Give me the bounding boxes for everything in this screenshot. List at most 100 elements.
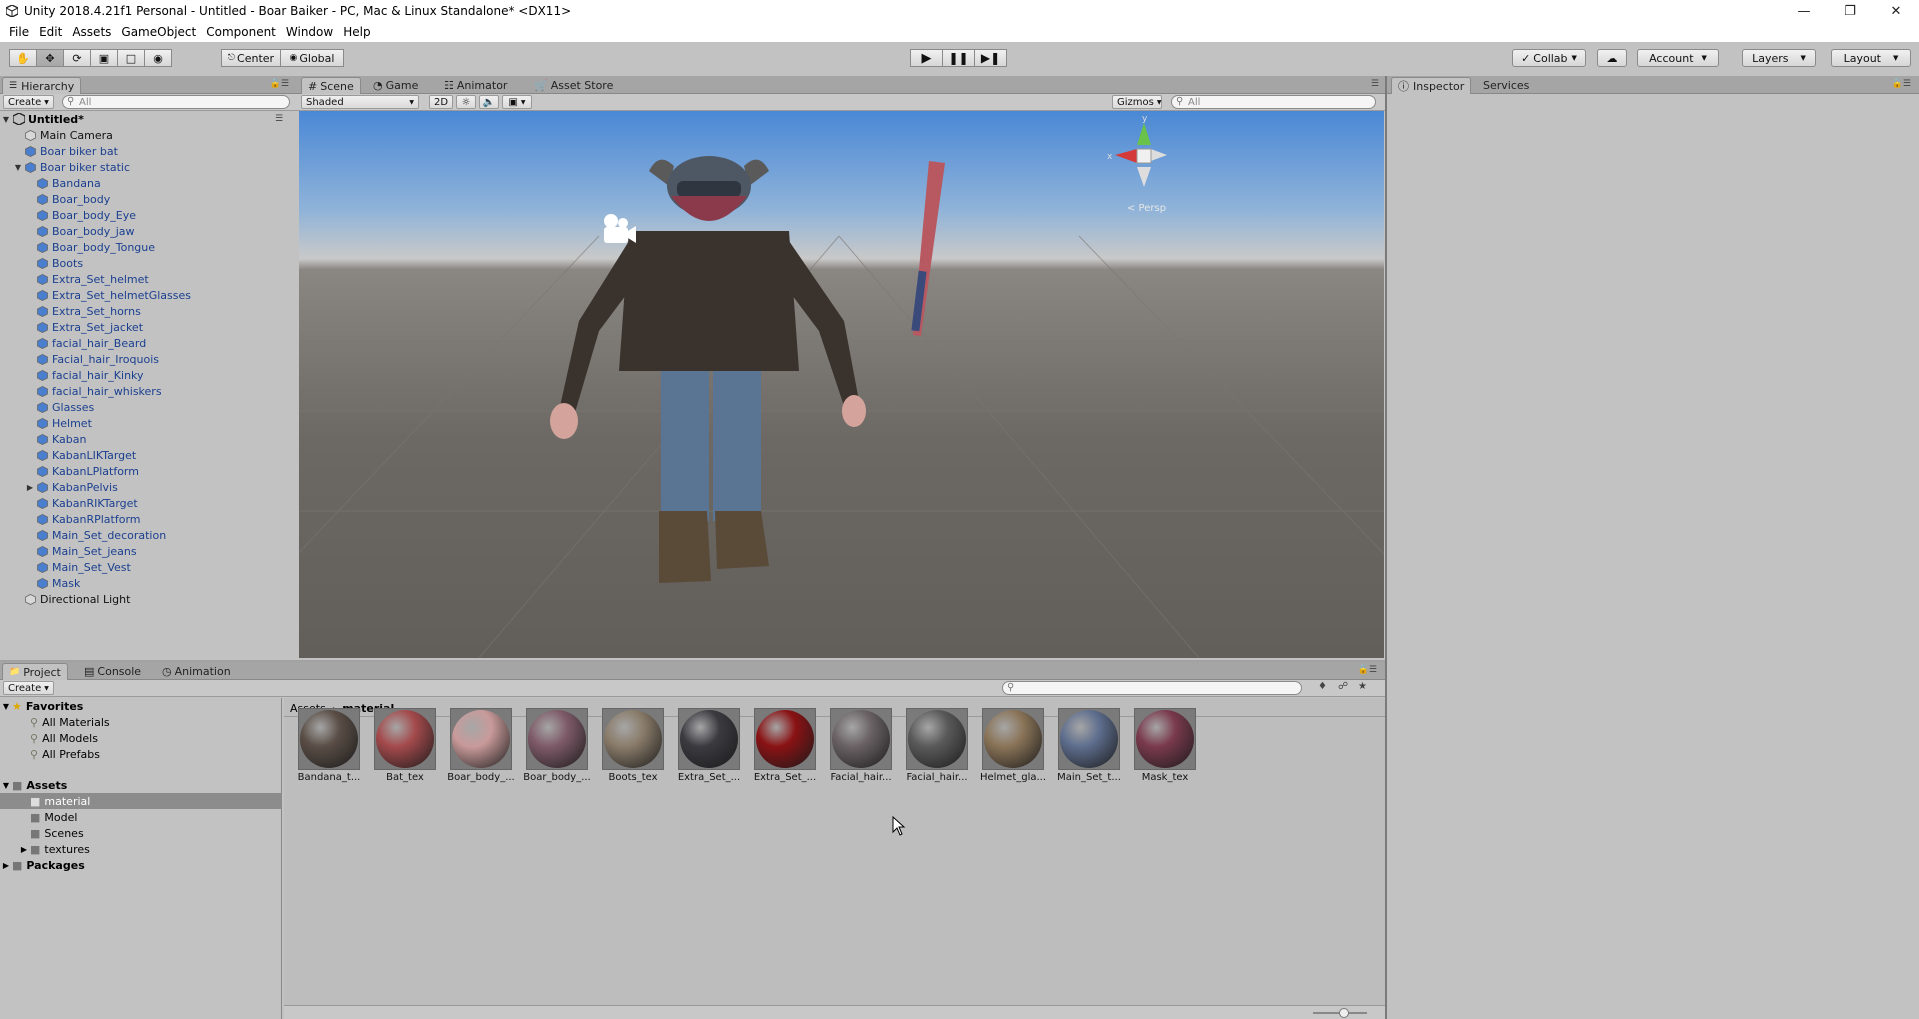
hierarchy-item[interactable]: Boar biker bat	[0, 143, 118, 159]
zoom-slider-handle[interactable]	[1339, 1008, 1349, 1018]
material-asset[interactable]: Extra_Set_...	[750, 708, 820, 798]
panel-menu-icon[interactable]: 🔒☰	[1358, 665, 1377, 675]
hierarchy-item[interactable]: KabanRPlatform	[0, 511, 141, 527]
menu-help[interactable]: Help	[338, 25, 375, 39]
collapse-arrow-icon[interactable]: ▶	[24, 483, 36, 492]
hierarchy-item[interactable]: Main Camera	[0, 127, 113, 143]
filter-by-label-icon[interactable]: ☍	[1338, 681, 1348, 692]
hand-tool-button[interactable]: ✋	[9, 49, 37, 67]
hierarchy-item[interactable]: Main_Set_Vest	[0, 559, 131, 575]
collapse-arrow-icon[interactable]: ▶	[0, 861, 12, 870]
hierarchy-item[interactable]: KabanLPlatform	[0, 463, 139, 479]
hierarchy-item[interactable]: Kaban	[0, 431, 86, 447]
material-asset[interactable]: Mask_tex	[1130, 708, 1200, 798]
expand-arrow-icon[interactable]: ▼	[0, 702, 12, 711]
material-asset[interactable]: Extra_Set_...	[674, 708, 744, 798]
hierarchy-item[interactable]: KabanLIKTarget	[0, 447, 136, 463]
material-asset[interactable]: Helmet_gla...	[978, 708, 1048, 798]
hierarchy-item[interactable]: Boar_body	[0, 191, 110, 207]
rotate-tool-button[interactable]: ⟳	[63, 49, 91, 67]
tab-animator[interactable]: ☷ Animator	[438, 77, 513, 94]
favorite-all-prefabs[interactable]: ⚲ All Prefabs	[30, 746, 100, 762]
persp-label[interactable]: < Persp	[1127, 203, 1166, 214]
material-asset[interactable]: Boar_body_...	[446, 708, 516, 798]
hierarchy-item[interactable]: Extra_Set_horns	[0, 303, 141, 319]
hierarchy-item[interactable]: ▶ KabanPelvis	[0, 479, 118, 495]
account-dropdown[interactable]: Account ▼	[1637, 49, 1719, 67]
transform-tool-button[interactable]: ◉	[144, 49, 172, 67]
hierarchy-item[interactable]: Main_Set_jeans	[0, 543, 137, 559]
tab-services[interactable]: Services	[1477, 77, 1535, 94]
play-button[interactable]: ▶	[910, 49, 943, 67]
tab-console[interactable]: ▤ Console	[78, 663, 147, 680]
menu-assets[interactable]: Assets	[67, 25, 116, 39]
layout-dropdown[interactable]: Layout ▼	[1831, 49, 1911, 67]
material-asset[interactable]: Facial_hair...	[826, 708, 896, 798]
move-tool-button[interactable]: ✥	[36, 49, 64, 67]
gizmos-dropdown[interactable]: Gizmos ▼	[1112, 95, 1162, 109]
packages-row[interactable]: ▶ ■ Packages	[0, 857, 85, 873]
folder-model[interactable]: ■ Model	[30, 809, 77, 825]
tab-project[interactable]: 📁 Project	[2, 663, 68, 680]
tab-asset-store[interactable]: 🛒 Asset Store	[528, 77, 619, 94]
hierarchy-item[interactable]: Extra_Set_jacket	[0, 319, 143, 335]
pause-button[interactable]: ❚❚	[942, 49, 975, 67]
expand-arrow-icon[interactable]: ▼	[0, 781, 12, 790]
menu-window[interactable]: Window	[281, 25, 338, 39]
hierarchy-item[interactable]: Bandana	[0, 175, 101, 191]
rect-tool-button[interactable]: □	[117, 49, 145, 67]
scene-search-input[interactable]: ⚲ All	[1171, 95, 1376, 109]
hierarchy-item[interactable]: Extra_Set_helmet	[0, 271, 149, 287]
hierarchy-item[interactable]: KabanRIKTarget	[0, 495, 138, 511]
material-asset[interactable]: Main_Set_t...	[1054, 708, 1124, 798]
hierarchy-item[interactable]: facial_hair_Beard	[0, 335, 146, 351]
expand-arrow-icon[interactable]: ▼	[12, 163, 24, 172]
panel-menu-icon[interactable]: 🔒☰	[1892, 79, 1911, 89]
hierarchy-item[interactable]: Glasses	[0, 399, 94, 415]
scene-viewport[interactable]: y x < Persp	[299, 111, 1384, 658]
tab-game[interactable]: ◔ Game	[367, 77, 424, 94]
hierarchy-item[interactable]: Mask	[0, 575, 80, 591]
mode-2d-toggle[interactable]: 2D	[429, 95, 453, 109]
project-search-input[interactable]: ⚲	[1002, 681, 1302, 695]
hierarchy-item[interactable]: facial_hair_Kinky	[0, 367, 144, 383]
hierarchy-item[interactable]: Directional Light	[0, 591, 130, 607]
hierarchy-item[interactable]: Extra_Set_helmetGlasses	[0, 287, 191, 303]
hierarchy-item[interactable]: Boar_body_Tongue	[0, 239, 155, 255]
hierarchy-item[interactable]: facial_hair_whiskers	[0, 383, 162, 399]
layers-dropdown[interactable]: Layers ▼	[1742, 49, 1816, 67]
shading-mode-dropdown[interactable]: Shaded ▼	[301, 95, 419, 109]
restore-icon[interactable]: ❐	[1827, 0, 1873, 22]
favorite-all-materials[interactable]: ⚲ All Materials	[30, 714, 110, 730]
step-button[interactable]: ▶❚	[974, 49, 1007, 67]
favorite-star-icon[interactable]: ★	[1358, 681, 1367, 692]
material-asset[interactable]: Facial_hair...	[902, 708, 972, 798]
panel-menu-icon[interactable]: 🔒☰	[270, 79, 289, 89]
audio-toggle[interactable]: 🔈	[479, 95, 499, 109]
expand-arrow-icon[interactable]: ▼	[0, 115, 12, 124]
folder-scenes[interactable]: ■ Scenes	[30, 825, 84, 841]
close-icon[interactable]: ✕	[1873, 0, 1919, 22]
scene-root-row[interactable]: ▼ Untitled* ☰	[0, 111, 283, 127]
menu-gameobject[interactable]: GameObject	[116, 25, 201, 39]
scale-tool-button[interactable]: ▣	[90, 49, 118, 67]
collab-button[interactable]: ✓ Collab ▼	[1512, 49, 1586, 67]
scene-menu-icon[interactable]: ☰	[275, 114, 283, 124]
tab-hierarchy[interactable]: ☰ Hierarchy	[2, 77, 82, 94]
hierarchy-item[interactable]: Boots	[0, 255, 83, 271]
hierarchy-item[interactable]: ▼ Boar biker static	[0, 159, 130, 175]
space-global-button[interactable]: ◉ Global	[280, 49, 344, 67]
create-button[interactable]: Create ▼	[3, 681, 54, 695]
hierarchy-item[interactable]: Facial_hair_Iroquois	[0, 351, 159, 367]
cloud-button[interactable]: ☁	[1597, 49, 1627, 67]
pivot-center-button[interactable]: ⎋ Center	[221, 49, 281, 67]
material-asset[interactable]: Bandana_t...	[294, 708, 364, 798]
menu-component[interactable]: Component	[201, 25, 281, 39]
hierarchy-item[interactable]: Main_Set_decoration	[0, 527, 166, 543]
favorite-all-models[interactable]: ⚲ All Models	[30, 730, 98, 746]
folder-textures[interactable]: ▶ ■ textures	[18, 841, 90, 857]
baseball-bat-model[interactable]	[911, 161, 945, 336]
material-asset[interactable]: Boots_tex	[598, 708, 668, 798]
camera-gizmo-icon[interactable]	[604, 214, 636, 243]
collapse-arrow-icon[interactable]: ▶	[18, 845, 30, 854]
